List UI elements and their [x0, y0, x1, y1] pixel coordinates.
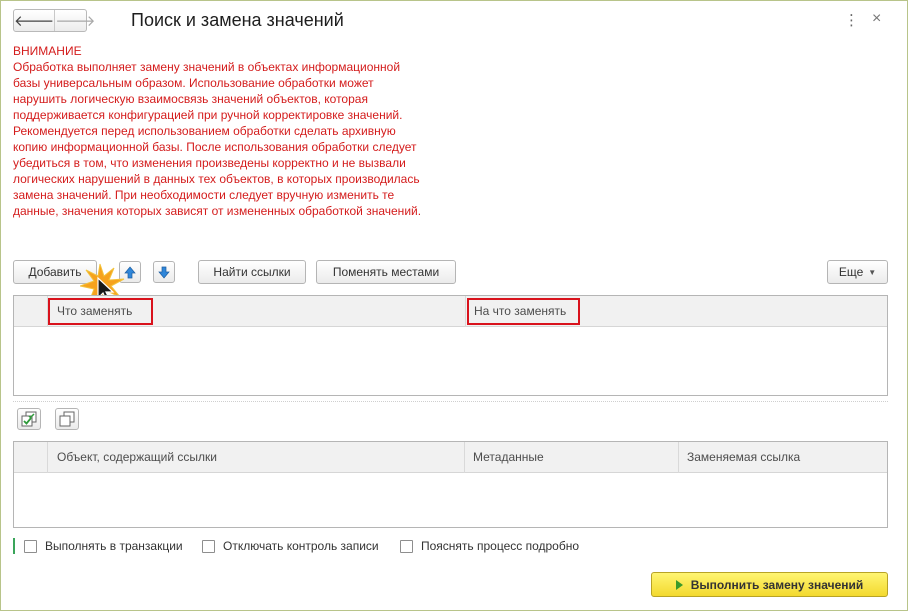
execute-replace-button[interactable]: Выполнить замену значений: [651, 572, 888, 597]
find-references-button[interactable]: Найти ссылки: [198, 260, 306, 284]
focus-indicator: [13, 538, 15, 554]
highlight-box-what: [48, 298, 153, 325]
arrow-down-icon: [158, 266, 170, 279]
forward-button[interactable]: 🡒: [54, 10, 95, 31]
chevron-down-icon: ▼: [868, 267, 877, 277]
warning-heading: ВНИМАНИЕ: [13, 44, 82, 58]
verbose-label: Пояснять процесс подробно: [421, 539, 580, 553]
add-button-label: Добавить: [28, 265, 82, 279]
disable-control-option[interactable]: Отключать контроль записи: [202, 538, 379, 554]
copy-button[interactable]: [55, 408, 79, 430]
arrow-right-icon: 🡒: [55, 13, 96, 30]
warning-block: ВНИМАНИЕ Обработка выполняет замену знач…: [13, 43, 423, 219]
find-references-label: Найти ссылки: [213, 265, 291, 279]
swap-button[interactable]: Поменять местами: [316, 260, 456, 284]
swap-label: Поменять местами: [332, 265, 440, 279]
arrow-left-icon: 🡐: [14, 13, 55, 30]
column-separator: [464, 442, 465, 473]
more-menu-icon[interactable]: ⋮: [844, 11, 859, 29]
transaction-label: Выполнять в транзакции: [45, 539, 183, 553]
column-separator: [678, 442, 679, 473]
navigation-group: 🡐 🡒: [13, 9, 95, 32]
move-down-button[interactable]: [153, 261, 175, 283]
transaction-option[interactable]: Выполнять в транзакции: [24, 538, 183, 554]
disable-control-checkbox[interactable]: [202, 539, 215, 553]
column-separator: [47, 442, 48, 473]
verbose-option[interactable]: Пояснять процесс подробно: [400, 538, 579, 554]
column-header-replaced-ref[interactable]: Заменяемая ссылка: [687, 442, 800, 473]
column-header-object[interactable]: Объект, содержащий ссылки: [57, 442, 217, 473]
page-title: Поиск и замена значений: [131, 10, 344, 30]
check-all-button[interactable]: [17, 408, 41, 430]
copy-icon: [59, 411, 75, 427]
more-label: Еще: [838, 265, 864, 279]
column-header-metadata[interactable]: Метаданные: [473, 442, 544, 473]
divider: [13, 401, 888, 402]
more-button[interactable]: Еще ▼: [827, 260, 888, 284]
transaction-checkbox[interactable]: [24, 539, 37, 553]
verbose-checkbox[interactable]: [400, 539, 413, 553]
close-icon[interactable]: ×: [872, 10, 881, 28]
disable-control-label: Отключать контроль записи: [223, 539, 379, 553]
highlight-box-to-what: [467, 298, 580, 325]
references-table-header: Объект, содержащий ссылки Метаданные Зам…: [14, 442, 887, 473]
back-button[interactable]: 🡐: [14, 10, 54, 31]
play-icon: [675, 579, 683, 590]
references-table[interactable]: Объект, содержащий ссылки Метаданные Зам…: [13, 441, 888, 528]
column-separator: [465, 296, 466, 327]
check-all-icon: [21, 411, 37, 427]
execute-label: Выполнить замену значений: [690, 577, 864, 592]
warning-text: Обработка выполняет замену значений в об…: [13, 60, 422, 218]
